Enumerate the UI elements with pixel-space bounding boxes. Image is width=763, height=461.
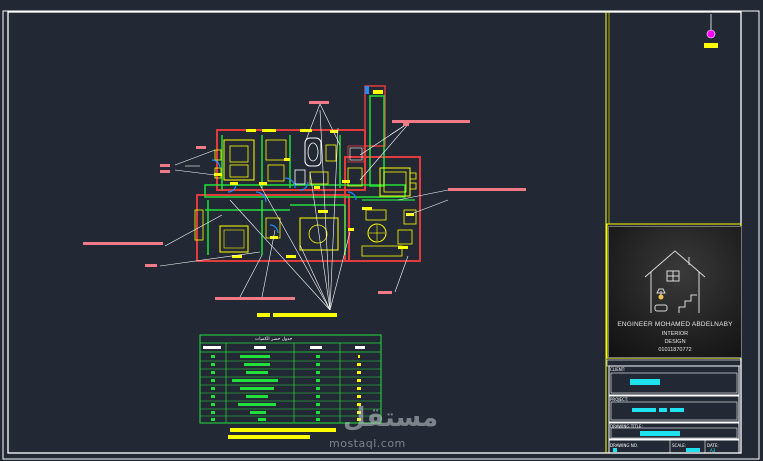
designer-line1: INTERIOR bbox=[661, 331, 689, 337]
schedule-table-title: جدول حصر الكميات bbox=[255, 337, 293, 342]
project-label: PROJECT: bbox=[610, 397, 629, 402]
house-logo-icon bbox=[644, 250, 706, 313]
watermark-arabic: مستقل bbox=[343, 403, 439, 433]
designer-phone: 01011870772 bbox=[658, 347, 692, 353]
drawing-no-label: DRAWING NO. bbox=[610, 443, 638, 448]
north-arrow-icon bbox=[704, 14, 718, 48]
drawing-title-label: DRAWING TITLE: bbox=[610, 424, 643, 429]
client-value bbox=[630, 379, 660, 385]
designer-line2: DESIGN bbox=[664, 339, 686, 345]
cad-canvas[interactable]: ENGINEER MOHAMED ABDELNABY INTERIOR DESI… bbox=[0, 0, 763, 461]
floor-plan bbox=[194, 85, 421, 262]
leader-lines bbox=[159, 103, 449, 311]
client-label: CLIENT: bbox=[610, 367, 626, 372]
designer-logo-card: ENGINEER MOHAMED ABDELNABY INTERIOR DESI… bbox=[608, 226, 742, 358]
sheet-size: A3 bbox=[710, 448, 716, 453]
watermark-latin: mostaql.com bbox=[329, 437, 406, 450]
designer-name: ENGINEER MOHAMED ABDELNABY bbox=[617, 321, 733, 328]
scale-label: SCALE: bbox=[672, 443, 687, 448]
